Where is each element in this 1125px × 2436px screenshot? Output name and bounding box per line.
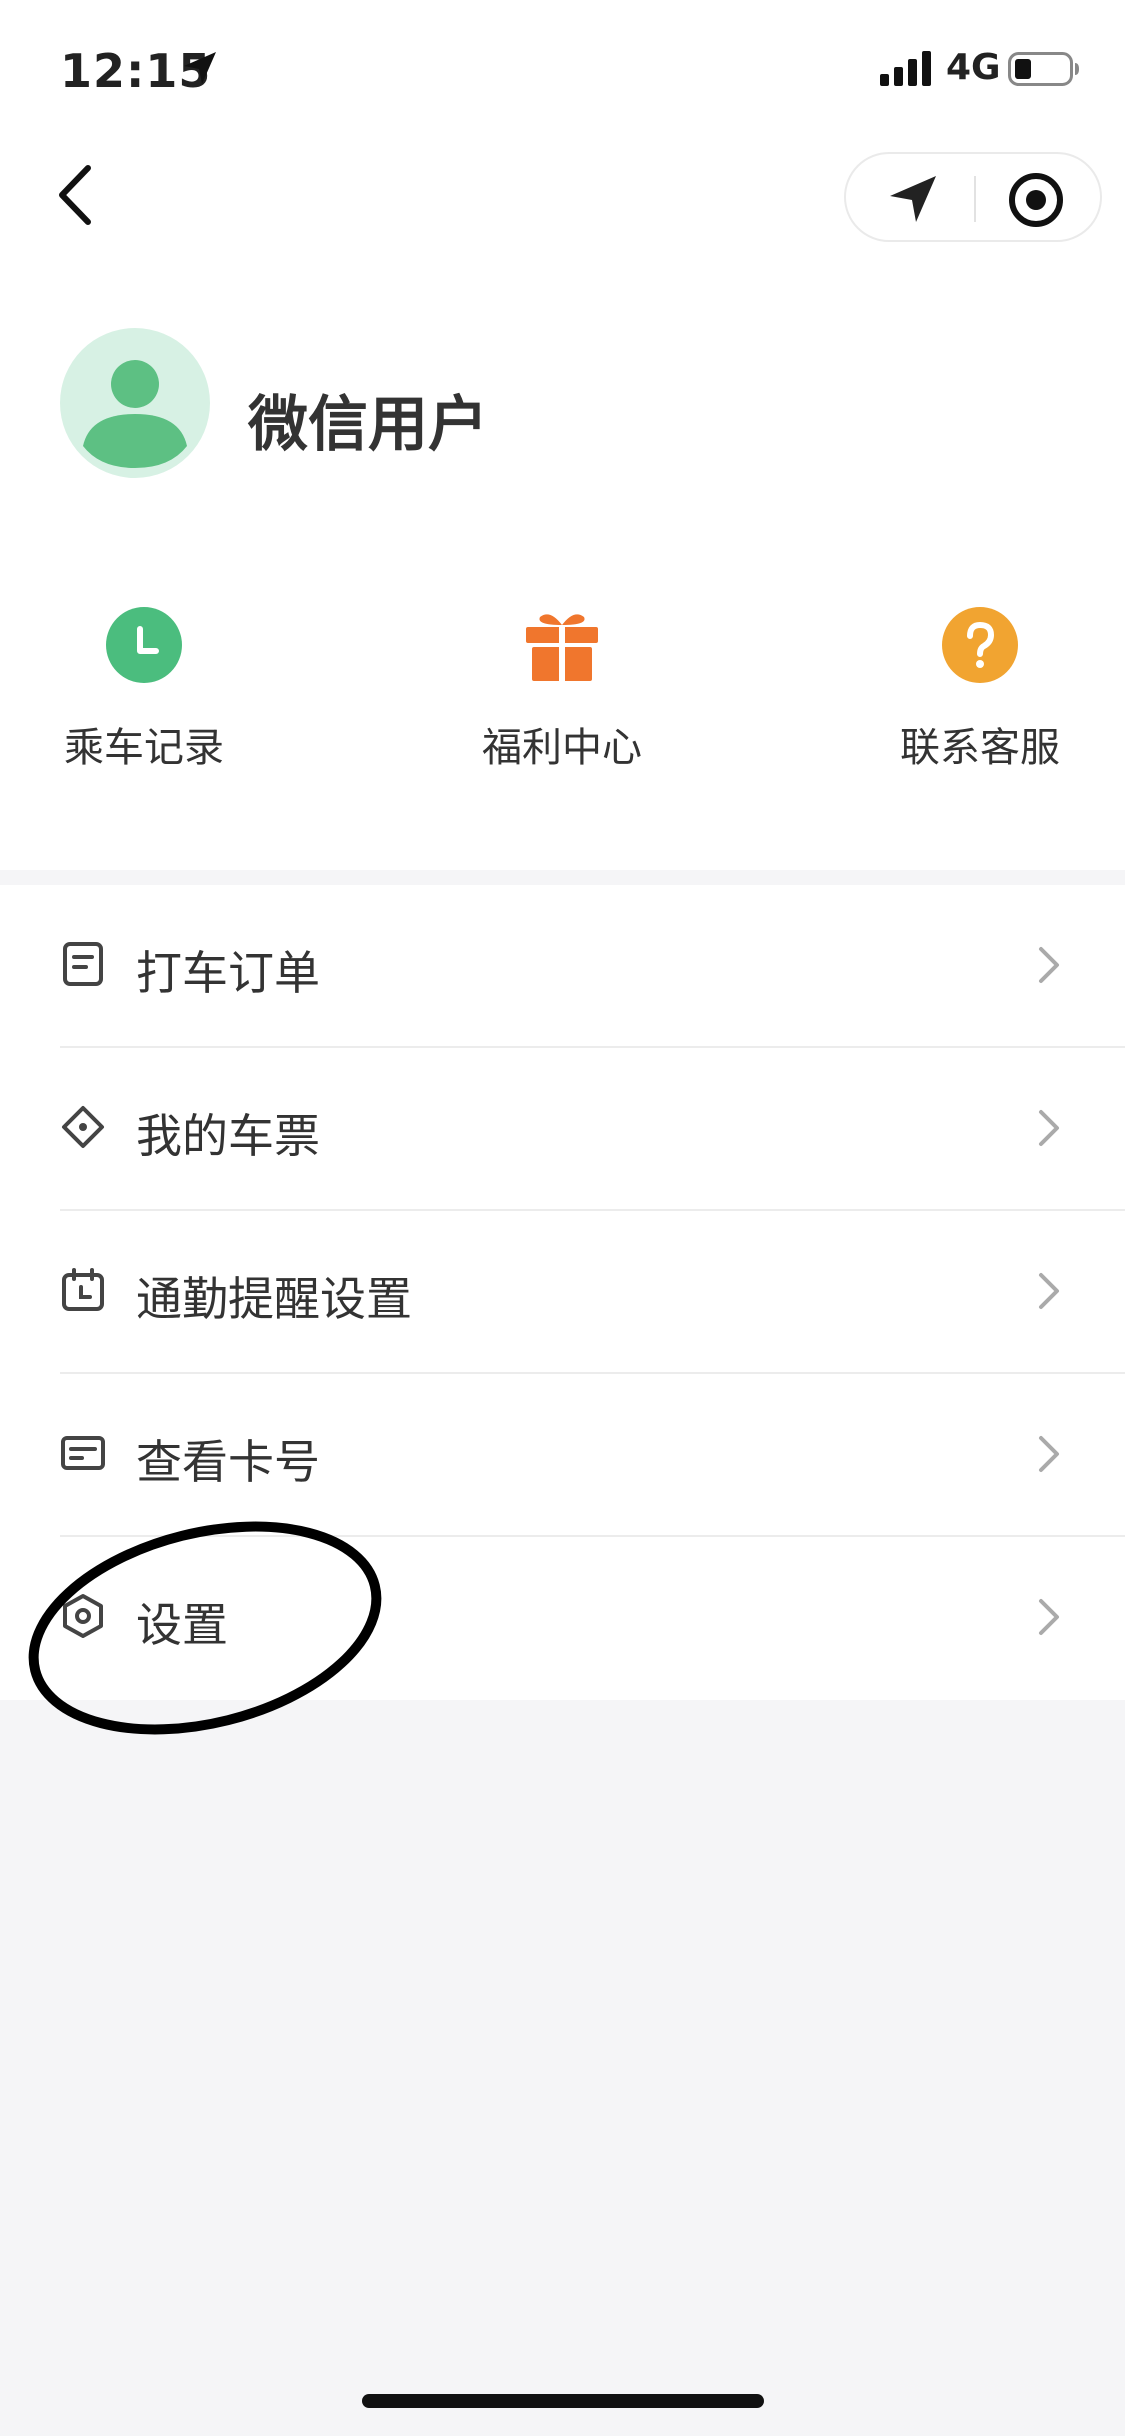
question-icon xyxy=(942,607,1018,683)
clock-icon xyxy=(106,607,182,683)
network-type: 4G xyxy=(946,47,1001,88)
battery-icon xyxy=(1008,52,1079,86)
menu-item-label: 查看卡号 xyxy=(136,1435,320,1489)
user-silhouette-icon xyxy=(83,360,187,468)
chevron-right-icon xyxy=(1039,1110,1059,1146)
menu-item-label: 通勤提醒设置 xyxy=(136,1272,412,1326)
quick-action-label: 福利中心 xyxy=(482,725,642,771)
menu-item-my-tickets[interactable]: 我的车票 xyxy=(0,1048,1125,1211)
quick-action-welfare-center[interactable]: 福利中心 xyxy=(442,605,682,773)
status-bar: 12:15 4G xyxy=(0,0,1125,130)
close-target-icon[interactable] xyxy=(1008,172,1064,228)
annotation-ellipse xyxy=(28,1521,382,1735)
home-indicator xyxy=(362,2394,764,2408)
mini-program-capsule xyxy=(844,152,1102,242)
quick-action-label: 联系客服 xyxy=(900,725,1060,771)
location-arrow-icon xyxy=(184,52,216,84)
quick-action-label: 乘车记录 xyxy=(64,725,224,771)
order-icon xyxy=(63,942,103,986)
menu-item-taxi-orders[interactable]: 打车订单 xyxy=(0,885,1125,1048)
menu-item-label: 我的车票 xyxy=(136,1109,320,1163)
chevron-right-icon xyxy=(1039,1436,1059,1472)
menu-item-label: 打车订单 xyxy=(136,946,320,1000)
avatar[interactable] xyxy=(60,328,210,478)
username: 微信用户 xyxy=(248,390,488,460)
menu-item-commute-reminder[interactable]: 通勤提醒设置 xyxy=(0,1211,1125,1374)
gift-icon xyxy=(526,614,598,681)
back-button[interactable] xyxy=(50,160,110,230)
card-icon xyxy=(61,1436,105,1470)
ticket-icon xyxy=(62,1106,104,1148)
location-arrow-icon[interactable] xyxy=(886,172,940,226)
capsule-divider xyxy=(974,176,976,222)
chevron-right-icon xyxy=(1039,1273,1059,1309)
quick-action-ride-records[interactable]: 乘车记录 xyxy=(24,605,264,773)
chevron-right-icon xyxy=(1039,947,1059,983)
calendar-clock-icon xyxy=(62,1268,104,1311)
cellular-signal-icon xyxy=(880,51,931,86)
quick-action-customer-service[interactable]: 联系客服 xyxy=(860,605,1100,773)
chevron-right-icon xyxy=(1039,1599,1059,1635)
